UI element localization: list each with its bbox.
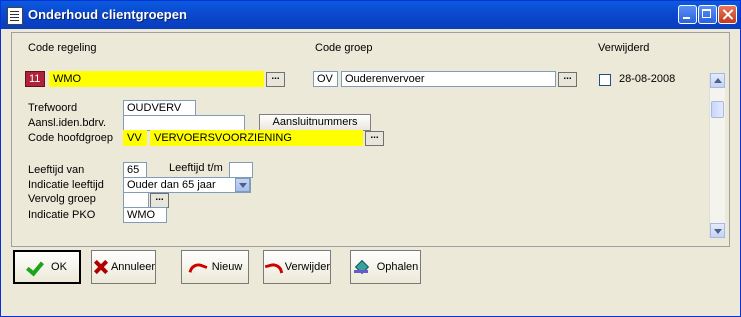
leeftijd-tm-label: Leeftijd t/m: [169, 162, 223, 174]
annuleer-button[interactable]: Annuleer: [91, 250, 156, 284]
indicatie-leeftijd-label: Indicatie leeftijd: [28, 179, 104, 191]
title-bar[interactable]: Onderhoud clientgroepen: [1, 1, 740, 29]
leeftijd-tm-input[interactable]: [229, 162, 253, 178]
cancel-x-icon: [92, 259, 105, 275]
leeftijd-van-label: Leeftijd van: [28, 164, 85, 176]
nieuw-button[interactable]: Nieuw: [181, 250, 249, 284]
groep-name-field[interactable]: Ouderenvervoer: [341, 71, 556, 87]
verwijder-label: Verwijder: [284, 261, 330, 273]
groep-lookup-button[interactable]: ...: [558, 72, 577, 87]
header-code-regeling: Code regeling: [28, 42, 97, 54]
aansl-input[interactable]: [123, 115, 245, 131]
hoofdgroep-label: Code hoofdgroep: [28, 132, 114, 144]
indicatie-leeftijd-select[interactable]: Ouder dan 65 jaar: [123, 177, 251, 193]
groep-code-field[interactable]: OV: [313, 71, 338, 87]
verwijderd-date: 28-08-2008: [619, 73, 676, 85]
header-code-groep: Code groep: [315, 42, 373, 54]
hoofdgroep-name-field[interactable]: VERVOERSVOORZIENING: [150, 130, 363, 146]
regeling-lookup-button[interactable]: ...: [266, 72, 285, 87]
chevron-down-icon[interactable]: [235, 178, 250, 192]
vervolg-groep-label: Vervolg groep: [28, 193, 96, 205]
aansluitnummers-button[interactable]: Aansluitnummers: [259, 114, 371, 131]
scroll-up-button[interactable]: [710, 73, 725, 88]
ophalen-label: Ophalen: [376, 261, 419, 273]
new-arrow-icon: [188, 259, 206, 275]
hoofdgroep-lookup-button[interactable]: ...: [365, 131, 384, 146]
ok-label: OK: [51, 261, 67, 273]
check-icon: [27, 259, 45, 275]
regeling-name-field[interactable]: WMO: [49, 71, 264, 87]
nieuw-label: Nieuw: [211, 261, 243, 273]
hoofdgroep-code-field[interactable]: VV: [123, 130, 147, 146]
scroll-thumb[interactable]: [711, 101, 724, 118]
trefwoord-label: Trefwoord: [28, 102, 78, 114]
vertical-scrollbar[interactable]: [709, 73, 725, 238]
header-verwijderd: Verwijderd: [598, 42, 650, 54]
annuleer-label: Annuleer: [110, 261, 155, 273]
fetch-icon: [353, 259, 371, 275]
minimize-button[interactable]: [678, 5, 697, 24]
verwijder-button[interactable]: Verwijder: [263, 250, 331, 284]
delete-arrow-icon: [264, 259, 279, 275]
dialog-window: Onderhoud clientgroepen Code regeling Co…: [0, 0, 741, 317]
ok-button[interactable]: OK: [13, 250, 81, 284]
indicatie-pko-input[interactable]: WMO: [123, 207, 167, 223]
vervolg-groep-lookup-button[interactable]: ...: [150, 193, 169, 208]
aansl-label: Aansl.iden.bdrv.: [28, 117, 107, 129]
maximize-button[interactable]: [698, 5, 717, 24]
leeftijd-van-input[interactable]: 65: [123, 162, 147, 178]
window-title: Onderhoud clientgroepen: [28, 7, 187, 22]
regeling-code-field[interactable]: 11: [25, 71, 45, 87]
scroll-down-button[interactable]: [710, 223, 725, 238]
trefwoord-input[interactable]: OUDVERV: [123, 100, 196, 116]
vervolg-groep-input[interactable]: [123, 192, 149, 208]
verwijderd-checkbox[interactable]: [599, 74, 611, 86]
indicatie-pko-label: Indicatie PKO: [28, 209, 96, 221]
ophalen-button[interactable]: Ophalen: [350, 250, 421, 284]
document-icon: [7, 7, 23, 25]
close-button[interactable]: [718, 5, 737, 24]
